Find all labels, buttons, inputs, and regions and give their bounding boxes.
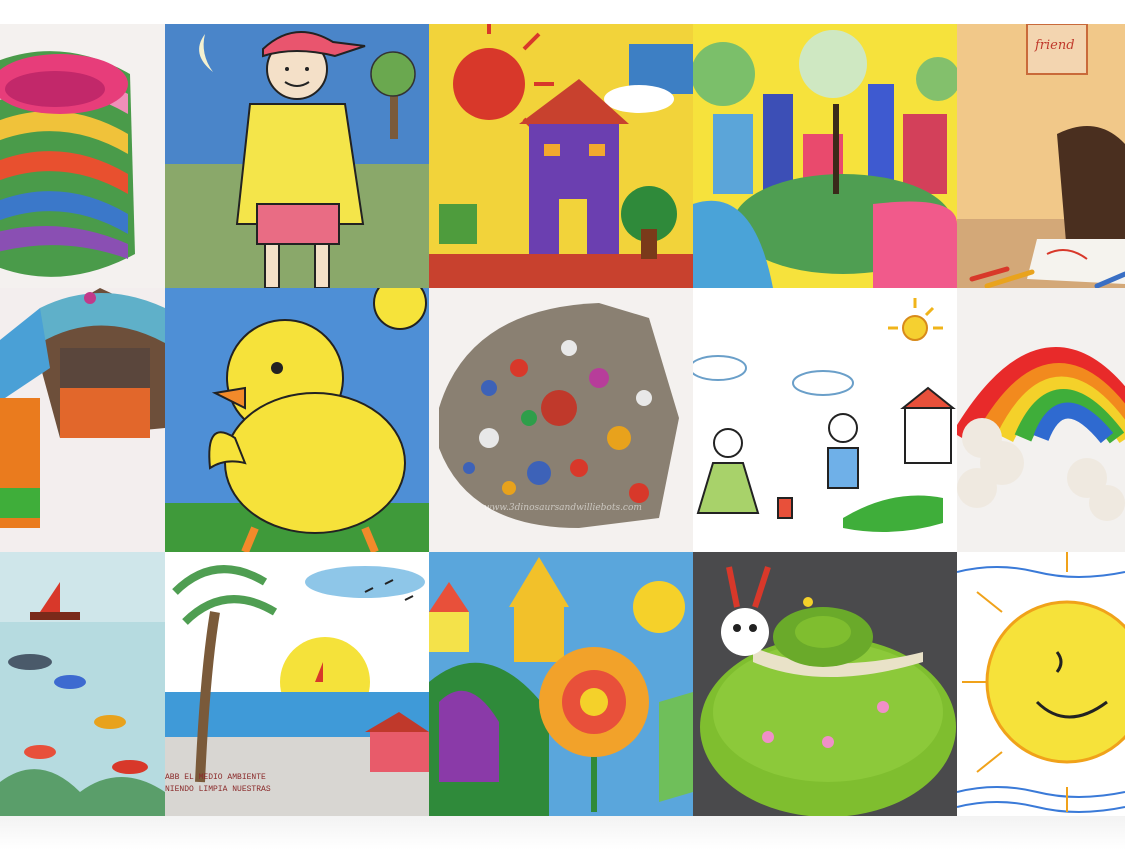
gallery-tile-family-stick-drawing[interactable] <box>693 288 957 552</box>
page-footer-fade <box>0 816 1125 864</box>
rainbow-clay-bowl-image <box>0 24 165 288</box>
gallery-tile-sun-drawing[interactable] <box>957 552 1125 816</box>
clay-snail-image <box>693 552 957 816</box>
drawing-caption-text: ABB EL MEDIO AMBIENTE NIENDO LIMPIA NUES… <box>165 773 271 794</box>
gallery-tile-purple-house-painting[interactable] <box>429 24 693 288</box>
gallery-tile-sequin-clay-fish[interactable]: www.3dinosaursandwilliebots.com <box>429 288 693 552</box>
gallery-tile-clay-birdhouse[interactable] <box>0 288 165 552</box>
watermark-text: www.3dinosaursandwilliebots.com <box>484 503 642 513</box>
gallery-tile-child-drawing-photo[interactable]: friend <box>957 24 1125 288</box>
image-gallery: friend www.3dinosaursandwilliebots.com A… <box>0 24 1125 816</box>
gallery-tile-boy-drawing[interactable] <box>165 24 429 288</box>
gallery-tile-colorful-village-painting[interactable] <box>693 24 957 288</box>
gallery-tile-ocean-painting[interactable] <box>0 552 165 816</box>
purple-house-painting-image <box>429 24 693 288</box>
clay-birdhouse-image <box>0 288 165 552</box>
houses-flower-painting-image <box>429 552 693 816</box>
family-stick-drawing-image <box>693 288 957 552</box>
gallery-tile-houses-flower-painting[interactable] <box>429 552 693 816</box>
colorful-village-painting-image <box>693 24 957 288</box>
sun-drawing-image <box>957 552 1125 816</box>
ocean-painting-image <box>0 552 165 816</box>
gallery-tile-clay-rainbow[interactable] <box>957 288 1125 552</box>
gallery-tile-yellow-chick-drawing[interactable] <box>165 288 429 552</box>
gallery-tile-clay-snail[interactable] <box>693 552 957 816</box>
gallery-tile-rainbow-clay-bowl[interactable] <box>0 24 165 288</box>
friend-sign-text: friend <box>1035 38 1075 53</box>
boy-drawing-image <box>165 24 429 288</box>
gallery-tile-beach-sunset-drawing[interactable]: ABB EL MEDIO AMBIENTE NIENDO LIMPIA NUES… <box>165 552 429 816</box>
clay-rainbow-image <box>957 288 1125 552</box>
child-drawing-photo-image <box>957 24 1125 288</box>
yellow-chick-drawing-image <box>165 288 429 552</box>
